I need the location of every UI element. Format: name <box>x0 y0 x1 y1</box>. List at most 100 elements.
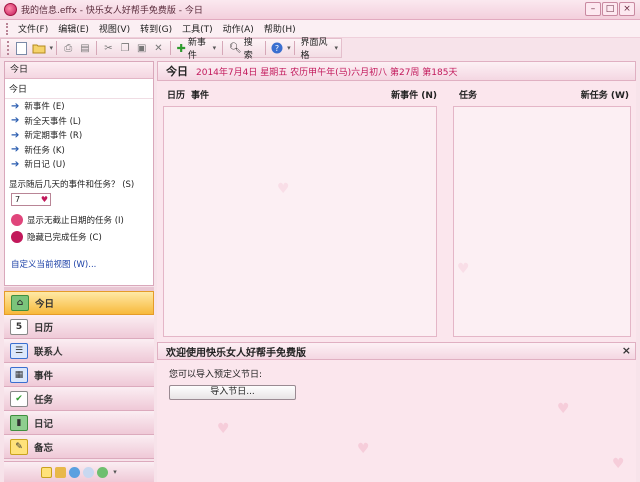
arrow-right-icon: ➔ <box>11 115 20 127</box>
skin-button[interactable]: 界面风格 ▾ <box>301 35 339 61</box>
help-icon[interactable]: ? <box>270 41 283 55</box>
heart-dropdown-icon: ♥ <box>40 194 48 204</box>
date-title: 今日 <box>166 65 188 78</box>
nav-today[interactable]: ⌂ 今日 <box>4 291 154 315</box>
toolbar-separator <box>293 41 295 55</box>
nav-tasks[interactable]: ✔ 任务 <box>4 387 154 411</box>
chevron-down-icon[interactable]: ▾ <box>287 44 291 52</box>
nav-calendar[interactable]: 5 日历 <box>4 315 154 339</box>
events-list[interactable] <box>163 106 437 337</box>
nav-label: 今日 <box>35 299 55 310</box>
delete-icon[interactable]: ✕ <box>152 41 165 55</box>
heart-check-icon <box>11 231 23 243</box>
chevron-down-icon: ▾ <box>212 44 217 52</box>
search-label: 搜索 <box>243 38 253 61</box>
plus-icon: ✚ <box>176 41 186 55</box>
welcome-bar: 欢迎使用快乐女人好帮手免费版 × <box>157 342 636 360</box>
new-file-icon[interactable] <box>15 41 28 55</box>
days-question-label: 显示随后几天的事件和任务？ (S) <box>9 179 135 190</box>
welcome-text: 您可以导入预定义节日: <box>169 370 263 380</box>
arrow-right-icon: ➔ <box>11 100 20 112</box>
arrow-right-icon: ➔ <box>11 158 20 170</box>
title-bar: 我的信息.effx - 快乐女人好帮手免费版 - 今日 – □ × <box>0 0 640 20</box>
menu-action[interactable]: 动作(A) <box>218 22 259 35</box>
print-icon[interactable]: ⎙ <box>62 41 75 55</box>
heart-decoration: ♥ <box>557 401 570 417</box>
nav-shortcuts-bar: ▾ <box>4 461 154 482</box>
chevron-down-icon: ▾ <box>334 44 339 52</box>
link-new-task[interactable]: ➔ 新任务 (K) <box>5 143 153 158</box>
minimize-button[interactable]: – <box>585 2 601 16</box>
link-new-diary[interactable]: ➔ 新日记 (U) <box>5 157 153 172</box>
menu-help[interactable]: 帮助(H) <box>259 22 301 35</box>
search-icon: 🔍︎ <box>229 42 242 54</box>
events-column-label: 事件 <box>191 90 210 101</box>
menu-goto[interactable]: 转到(G) <box>135 22 177 35</box>
customize-view-link[interactable]: 自定义当前视图 (W)... <box>5 258 153 270</box>
print-preview-icon[interactable]: ▤ <box>79 41 92 55</box>
calendar-icon: 5 <box>10 318 28 335</box>
toolbar-separator <box>169 41 171 55</box>
today-pane: 今日 今日 ➔ 新事件 (E) ➔ 新全天事件 (L) ➔ 新定期事件 (R) … <box>4 61 154 286</box>
cut-icon[interactable]: ✂ <box>102 41 115 55</box>
date-bar: 今日 2014年7月4日 星期五 农历甲午年(马)六月初八 第27周 第185天 <box>157 61 636 81</box>
nav-contacts[interactable]: ☰ 联系人 <box>4 339 154 363</box>
toggle-label: 显示无截止日期的任务 (I) <box>27 216 124 226</box>
menu-edit[interactable]: 编辑(E) <box>53 22 94 35</box>
welcome-title: 欢迎使用快乐女人好帮手免费版 <box>166 347 306 359</box>
menu-tools[interactable]: 工具(T) <box>177 22 218 35</box>
link-new-event[interactable]: ➔ 新事件 (E) <box>5 99 153 114</box>
nav-diary[interactable]: ▮ 日记 <box>4 411 154 435</box>
days-value: 7 <box>15 194 21 204</box>
toolbar-grip <box>7 41 10 55</box>
new-event-link[interactable]: 新事件 (N) <box>391 88 437 101</box>
window-title: 我的信息.effx - 快乐女人好帮手免费版 - 今日 <box>21 6 203 16</box>
hide-completed-toggle[interactable]: 隐藏已完成任务 (C) <box>5 229 153 246</box>
link-label: 新全天事件 (L) <box>24 116 81 127</box>
arrow-right-icon: ➔ <box>11 144 20 156</box>
link-label: 新日记 (U) <box>24 160 66 171</box>
menu-file[interactable]: 文件(F) <box>13 22 53 35</box>
search-small-icon[interactable] <box>83 466 95 478</box>
link-new-allday-event[interactable]: ➔ 新全天事件 (L) <box>5 114 153 129</box>
nav-notes[interactable]: ✎ 备忘 <box>4 435 154 459</box>
search-button[interactable]: 🔍︎ 搜索 <box>229 35 259 61</box>
show-no-due-date-toggle[interactable]: 显示无截止日期的任务 (I) <box>5 212 153 229</box>
tasks-icon: ✔ <box>10 390 28 407</box>
new-task-link[interactable]: 新任务 (W) <box>581 88 629 101</box>
events-icon: ▦ <box>10 366 28 383</box>
today-pane-header: 今日 <box>5 62 153 79</box>
link-label: 新任务 (K) <box>24 145 65 156</box>
tasks-list[interactable] <box>453 106 631 337</box>
import-holidays-button[interactable]: 导入节日... <box>169 385 296 400</box>
link-new-recurring-event[interactable]: ➔ 新定期事件 (R) <box>5 128 153 143</box>
chevron-down-icon[interactable]: ▾ <box>50 44 54 52</box>
chevron-down-icon[interactable]: ▾ <box>113 468 117 476</box>
new-event-button[interactable]: ✚ 新事件 ▾ <box>177 35 217 61</box>
date-info: 2014年7月4日 星期五 农历甲午年(马)六月初八 第27周 第185天 <box>196 67 458 78</box>
app-icon <box>4 3 17 16</box>
tasks-column-header: 任务 新任务 (W) <box>459 85 629 103</box>
close-button[interactable]: × <box>619 2 635 16</box>
nav-label: 事件 <box>34 370 54 382</box>
svg-text:?: ? <box>275 44 279 53</box>
notes-small-icon[interactable] <box>41 466 53 478</box>
open-folder-icon[interactable] <box>32 41 46 55</box>
today-subheader: 今日 <box>5 79 153 99</box>
copy-icon[interactable]: ❐ <box>119 41 132 55</box>
home-icon: ⌂ <box>11 295 29 311</box>
close-icon[interactable]: × <box>622 344 631 357</box>
days-select[interactable]: 7 ♥ <box>11 192 51 206</box>
nav-label: 日记 <box>34 418 54 430</box>
refresh-icon[interactable] <box>97 466 109 478</box>
nav-pane: ⌂ 今日 5 日历 ☰ 联系人 ▦ 事件 ✔ 任务 ▮ 日记 ✎ 备忘 <box>4 291 154 459</box>
nav-label: 备忘 <box>34 442 54 454</box>
key-icon[interactable] <box>55 466 67 478</box>
paste-icon[interactable]: ▣ <box>135 41 148 55</box>
globe-icon[interactable] <box>69 466 81 478</box>
menu-view[interactable]: 视图(V) <box>94 22 135 35</box>
maximize-button[interactable]: □ <box>602 2 618 16</box>
new-event-label: 新事件 <box>187 38 206 61</box>
nav-events[interactable]: ▦ 事件 <box>4 363 154 387</box>
toolbar: ▾ ⎙ ▤ ✂ ❐ ▣ ✕ ✚ 新事件 ▾ 🔍︎ 搜索 ? ▾ 界面风格 ▾ <box>0 35 342 61</box>
